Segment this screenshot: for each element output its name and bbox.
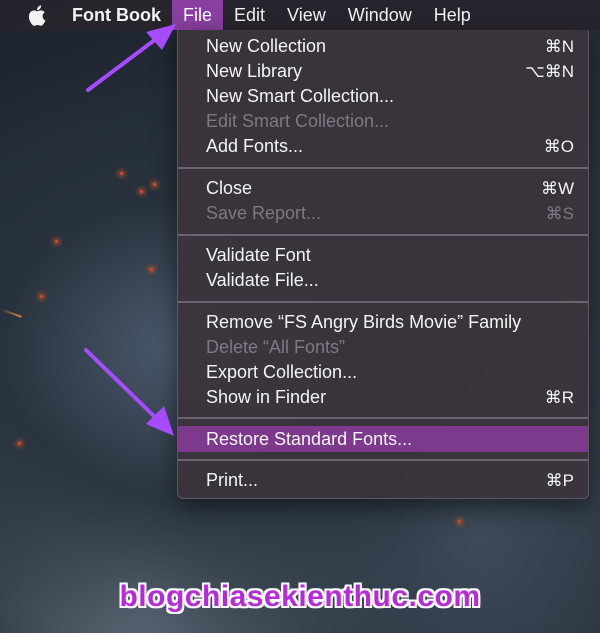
watermark: blogchiasekienthuc.com	[119, 580, 481, 613]
apple-logo-icon[interactable]	[26, 4, 48, 26]
menu-item-label: Export Collection...	[206, 362, 358, 382]
menu-item-remove-family[interactable]: Remove “FS Angry Birds Movie” Family	[178, 310, 588, 335]
menu-item-delete-all-fonts: Delete “All Fonts”	[178, 335, 588, 360]
arrow-icon	[86, 24, 176, 92]
app-menu-font-book[interactable]: Font Book	[72, 0, 172, 30]
menu-item-close[interactable]: Close ⌘W	[178, 176, 588, 201]
menu-item-shortcut: ⌘S	[545, 203, 574, 223]
menu-separator	[178, 301, 588, 303]
menu-item-label: Save Report...	[206, 203, 322, 223]
menu-item-label: New Smart Collection...	[206, 86, 395, 106]
menu-separator	[178, 167, 588, 169]
menu-item-new-collection[interactable]: New Collection ⌘N	[178, 34, 588, 59]
menu-item-validate-file[interactable]: Validate File...	[178, 268, 588, 293]
menu-item-label: Add Fonts...	[206, 136, 304, 156]
menu-item-show-in-finder[interactable]: Show in Finder ⌘R	[178, 385, 588, 410]
menu-item-new-library[interactable]: New Library ⌥⌘N	[178, 59, 588, 84]
background-spark	[150, 268, 153, 271]
menu-item-label: Close	[206, 178, 253, 198]
background-spark	[120, 172, 123, 175]
menu-item-add-fonts[interactable]: Add Fonts... ⌘O	[178, 134, 588, 159]
menu-item-label: Validate Font	[206, 245, 311, 265]
background-spark	[40, 295, 43, 298]
background-spark	[153, 183, 156, 186]
menu-separator	[178, 459, 588, 461]
menu-item-shortcut: ⌘W	[540, 178, 574, 198]
menu-item-shortcut: ⌥⌘N	[525, 61, 574, 81]
menu-item-label: Show in Finder	[206, 387, 327, 407]
menu-item-shortcut: ⌘O	[543, 136, 574, 156]
background-spark	[458, 520, 461, 523]
menu-edit[interactable]: Edit	[223, 0, 276, 30]
menu-separator	[178, 417, 588, 419]
menu-item-label: Remove “FS Angry Birds Movie” Family	[206, 312, 522, 332]
menu-view[interactable]: View	[276, 0, 337, 30]
menu-item-shortcut: ⌘P	[545, 470, 574, 490]
menu-item-export-collection[interactable]: Export Collection...	[178, 360, 588, 385]
background-streak	[0, 308, 22, 318]
file-menu-dropdown: New Collection ⌘N New Library ⌥⌘N New Sm…	[177, 30, 589, 499]
menu-item-validate-font[interactable]: Validate Font	[178, 243, 588, 268]
menu-item-label: Edit Smart Collection...	[206, 111, 390, 131]
menu-item-label: New Library	[206, 61, 303, 81]
menu-separator	[178, 234, 588, 236]
menu-item-edit-smart-collection: Edit Smart Collection...	[178, 109, 588, 134]
menu-file[interactable]: File	[171, 0, 223, 30]
menu-item-label: Validate File...	[206, 270, 319, 290]
menu-item-shortcut: ⌘N	[544, 36, 574, 56]
menu-item-print[interactable]: Print... ⌘P	[178, 468, 588, 493]
menu-item-label: Delete “All Fonts”	[206, 337, 346, 357]
menu-item-restore-standard-fonts[interactable]: Restore Standard Fonts...	[178, 426, 588, 452]
menu-bar: Font Book File Edit View Window Help	[0, 0, 600, 30]
menu-item-new-smart-collection[interactable]: New Smart Collection...	[178, 84, 588, 109]
arrow-icon	[84, 348, 174, 436]
menu-item-label: Restore Standard Fonts...	[206, 428, 413, 449]
menu-item-label: New Collection	[206, 36, 327, 56]
menu-item-label: Print...	[206, 470, 259, 490]
background-spark	[55, 240, 58, 243]
menu-item-shortcut: ⌘R	[544, 387, 574, 407]
menu-item-save-report: Save Report... ⌘S	[178, 201, 588, 226]
background-spark	[140, 190, 143, 193]
menu-help[interactable]: Help	[423, 0, 482, 30]
background-spark	[18, 442, 21, 445]
menu-window[interactable]: Window	[337, 0, 423, 30]
